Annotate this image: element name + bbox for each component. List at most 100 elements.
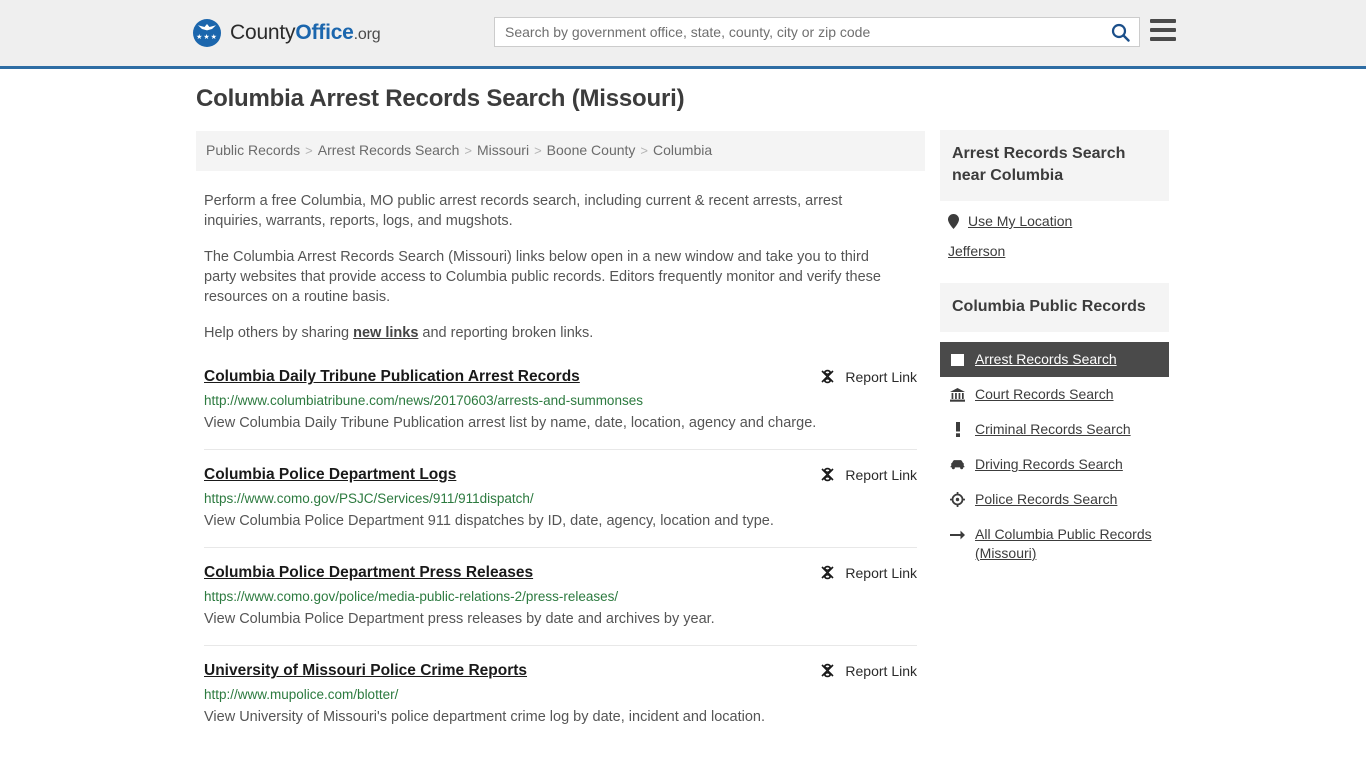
emblem-stars-icon: ★★★ (196, 34, 218, 41)
public-records-box: Columbia Public Records Arrest Records S… (940, 283, 1169, 571)
courthouse-icon (950, 386, 965, 403)
resource-url: https://www.como.gov/police/media-public… (204, 589, 619, 604)
share-text-before: Help others by sharing (204, 325, 354, 341)
breadcrumb-item-public-records[interactable]: Public Records (206, 142, 300, 158)
link-row: University of Missouri Police Crime Repo… (204, 661, 917, 681)
site-logo-text: CountyOffice.org (230, 21, 381, 45)
hamburger-bar-3-icon (1150, 37, 1176, 41)
resource-url: http://www.mupolice.com/blotter/ (204, 687, 399, 702)
breadcrumb-item-arrest-records-search[interactable]: Arrest Records Search (318, 142, 460, 158)
share-text-after: and reporting broken links. (418, 325, 594, 341)
site-logo[interactable]: ★★★ CountyOffice.org (193, 19, 381, 47)
link-row: Columbia Daily Tribune Publication Arres… (204, 367, 917, 387)
public-records-heading: Columbia Public Records (940, 283, 1169, 332)
report-link-button[interactable]: Report Link (819, 368, 917, 385)
list-item: Columbia Daily Tribune Publication Arres… (204, 367, 917, 450)
site-header: ★★★ CountyOffice.org (0, 0, 1366, 69)
hamburger-menu-button[interactable] (1150, 19, 1176, 41)
search-icon (1111, 23, 1130, 42)
sidebar-item-label: All Columbia Public Records (Missouri) (975, 526, 1152, 561)
arrow-right-icon (950, 526, 965, 543)
list-item: University of Missouri Police Crime Repo… (204, 661, 917, 743)
resource-link-list: Columbia Daily Tribune Publication Arres… (204, 367, 917, 743)
nearby-list: Use My Location Jefferson (940, 213, 1169, 259)
search-input[interactable] (495, 18, 1101, 46)
report-link-label: Report Link (845, 368, 917, 385)
public-records-list: Arrest Records Search Court Records Sear… (940, 342, 1169, 571)
sidebar-item-driving-records-search[interactable]: Driving Records Search (940, 447, 1169, 482)
nearby-city-row[interactable]: Jefferson (948, 243, 1161, 259)
resource-url: http://www.columbiatribune.com/news/2017… (204, 393, 643, 408)
breadcrumb-separator-icon: > (640, 143, 648, 158)
report-link-button[interactable]: Report Link (819, 466, 917, 483)
resource-description: View Columbia Police Department press re… (204, 611, 715, 627)
logo-org-text: .org (353, 26, 381, 43)
intro-paragraph-1: Perform a free Columbia, MO public arres… (204, 193, 843, 229)
main-content-column: Columbia Arrest Records Search (Missouri… (196, 85, 925, 768)
sidebar-item-label: Police Records Search (975, 491, 1118, 507)
resource-url: https://www.como.gov/PSJC/Services/911/9… (204, 491, 534, 506)
resource-title-link[interactable]: Columbia Police Department Logs (204, 465, 456, 485)
broken-link-icon (821, 467, 834, 482)
resource-description: View University of Missouri's police dep… (204, 709, 766, 725)
car-glyph-icon (950, 460, 965, 470)
report-link-label: Report Link (845, 466, 917, 483)
hamburger-bar-1-icon (1150, 19, 1176, 23)
broken-link-icon (821, 565, 834, 580)
search-button[interactable] (1101, 18, 1139, 46)
resource-description: View Columbia Police Department 911 disp… (204, 513, 774, 529)
report-link-button[interactable]: Report Link (819, 564, 917, 581)
report-link-label: Report Link (845, 662, 917, 679)
sidebar-item-label: Criminal Records Search (975, 421, 1131, 437)
link-row: Columbia Police Department Logs Report L… (204, 465, 917, 485)
county-office-emblem-icon: ★★★ (193, 19, 221, 47)
police-badge-glyph-icon (950, 492, 965, 507)
link-row: Columbia Police Department Press Release… (204, 563, 917, 583)
broken-link-icon (821, 663, 834, 678)
arrow-right-glyph-icon (950, 530, 965, 539)
header-inner: ★★★ CountyOffice.org (0, 0, 1366, 66)
sidebar: Arrest Records Search near Columbia Use … (940, 130, 1169, 571)
use-my-location-link[interactable]: Use My Location (968, 213, 1072, 229)
intro-text: Perform a free Columbia, MO public arres… (204, 191, 894, 343)
list-item: Columbia Police Department Press Release… (204, 563, 917, 646)
sidebar-item-all-public-records[interactable]: All Columbia Public Records (Missouri) (940, 517, 1169, 571)
sidebar-item-criminal-records-search[interactable]: Criminal Records Search (940, 412, 1169, 447)
resource-title-link[interactable]: Columbia Daily Tribune Publication Arres… (204, 367, 580, 387)
sidebar-item-label: Court Records Search (975, 386, 1114, 402)
breadcrumb-separator-icon: > (534, 143, 542, 158)
resource-description: View Columbia Daily Tribune Publication … (204, 415, 817, 431)
list-item: Columbia Police Department Logs Report L… (204, 465, 917, 548)
breadcrumb: Public Records > Arrest Records Search > Mis… (196, 131, 925, 171)
breadcrumb-item-boone-county[interactable]: Boone County (547, 142, 636, 158)
breadcrumb-item-missouri[interactable]: Missouri (477, 142, 529, 158)
car-icon (950, 456, 965, 473)
exclamation-glyph-icon (955, 422, 960, 437)
resource-title-link[interactable]: Columbia Police Department Press Release… (204, 563, 533, 583)
exclamation-icon (950, 421, 965, 438)
breadcrumb-separator-icon: > (305, 143, 313, 158)
logo-office-text: Office (295, 21, 354, 44)
report-link-button[interactable]: Report Link (819, 662, 917, 679)
use-my-location-row[interactable]: Use My Location (948, 213, 1161, 229)
search-bar[interactable] (494, 17, 1140, 47)
id-card-icon (950, 351, 965, 368)
hamburger-bar-2-icon (1150, 28, 1176, 32)
intro-paragraph-2: The Columbia Arrest Records Search (Miss… (204, 249, 881, 305)
resource-title-link[interactable]: University of Missouri Police Crime Repo… (204, 661, 527, 681)
nearby-city-link-jefferson[interactable]: Jefferson (948, 243, 1005, 259)
id-card-glyph-icon (951, 353, 964, 366)
logo-county-text: County (230, 21, 296, 44)
eagle-glyph-icon (198, 24, 216, 31)
courthouse-glyph-icon (950, 387, 965, 402)
map-pin-icon (948, 213, 959, 229)
breadcrumb-separator-icon: > (464, 143, 472, 158)
sidebar-item-court-records-search[interactable]: Court Records Search (940, 377, 1169, 412)
new-links-link[interactable]: new links (353, 325, 418, 341)
sidebar-item-arrest-records-search[interactable]: Arrest Records Search (940, 342, 1169, 377)
sidebar-item-police-records-search[interactable]: Police Records Search (940, 482, 1169, 517)
report-link-label: Report Link (845, 564, 917, 581)
broken-link-icon (821, 369, 834, 384)
sidebar-item-label: Driving Records Search (975, 456, 1123, 472)
police-badge-icon (950, 491, 965, 508)
